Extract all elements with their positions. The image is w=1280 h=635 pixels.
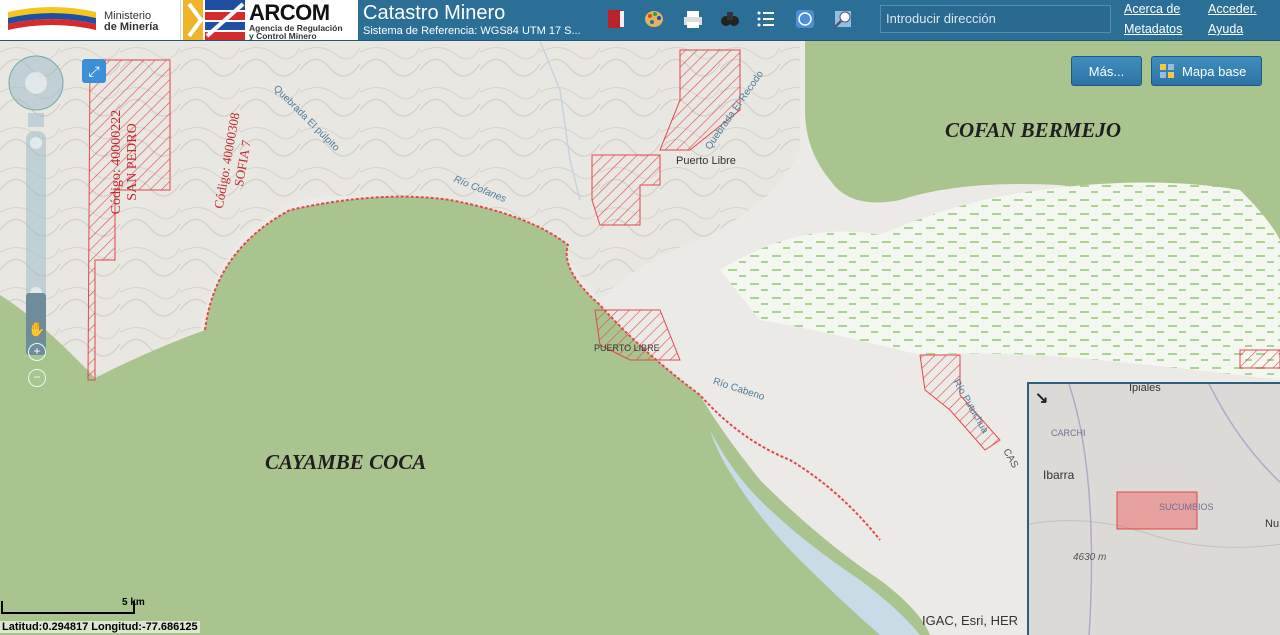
full-extent-icon[interactable]: ⤢	[82, 59, 106, 83]
palette-icon[interactable]	[641, 6, 667, 32]
book-icon[interactable]	[603, 6, 629, 32]
address-search-input[interactable]: Introducir dirección	[880, 5, 1111, 33]
app-header: Ministerio de Minería ARCOM Agencia de R…	[0, 0, 1280, 41]
basemap-label: Mapa base	[1182, 63, 1247, 79]
zoom-slider[interactable]	[26, 131, 46, 303]
arcom-subtitle: Agencia de Regulación y Control Minero	[249, 23, 343, 41]
collapse-overview-icon[interactable]: ↘	[1035, 388, 1048, 408]
hand-pan-icon[interactable]: ✋	[27, 321, 47, 341]
metadata-link[interactable]: Metadatos	[1124, 22, 1182, 36]
printer-icon[interactable]	[680, 6, 706, 32]
ipiales-label: Ipiales	[1129, 382, 1161, 394]
cayambe-coca-label: CAYAMBE COCA	[265, 450, 427, 474]
zoom-in-button[interactable]: +	[28, 343, 46, 361]
ecuador-flag-icon	[8, 7, 96, 30]
cursor-coordinates: Latitud:0.294817 Longitud:-77.686125	[0, 621, 200, 633]
globe-icon[interactable]	[792, 6, 818, 32]
scale-label: 5 km	[122, 597, 145, 608]
map-attribution: IGAC, Esri, HER	[922, 613, 1019, 628]
binoculars-icon[interactable]	[717, 6, 743, 32]
overview-map[interactable]: ↘ Ipiales CARCHI Ibarra SUCUMBIOS 4630 m…	[1027, 382, 1280, 635]
carchi-label: CARCHI	[1051, 428, 1086, 438]
scale-bar	[1, 601, 135, 614]
arcom-mark-icon	[183, 0, 245, 40]
help-link[interactable]: Ayuda	[1208, 22, 1243, 36]
puerto-libre-label: Puerto Libre	[676, 155, 736, 167]
map-canvas[interactable]: COFAN BERMEJO CAYAMBE COCA Puerto Libre …	[0, 41, 1280, 635]
list-icon[interactable]	[753, 6, 779, 32]
ministry-name: Ministerio de Minería	[104, 10, 159, 33]
arcom-logo: ARCOM Agencia de Regulación y Control Mi…	[180, 0, 358, 40]
nu-label: Nu	[1265, 518, 1280, 530]
ministry-logo: Ministerio de Minería	[0, 0, 180, 40]
zoom-out-button[interactable]: −	[28, 369, 46, 387]
about-link[interactable]: Acerca de	[1124, 2, 1180, 16]
elevation-label: 4630 m	[1073, 552, 1107, 563]
grid-icon	[1160, 64, 1174, 78]
puerto-libre-small-label: PUERTO LIBRE	[594, 343, 660, 353]
login-link[interactable]: Acceder.	[1208, 2, 1257, 16]
sucumbios-label: SUCUMBIOS	[1159, 502, 1214, 512]
app-title: Catastro Minero	[363, 2, 506, 24]
cofan-bermejo-label: COFAN BERMEJO	[945, 118, 1122, 142]
concession-san-pedro-label: Código: 40000222 SAN PEDRO	[109, 109, 140, 215]
zoom-map-icon[interactable]	[830, 6, 856, 32]
reference-system: Sistema de Referencia: WGS84 UTM 17 S...	[363, 25, 581, 37]
ibarra-label: Ibarra	[1043, 468, 1075, 482]
more-button[interactable]: Más...	[1071, 56, 1142, 86]
basemap-button[interactable]: Mapa base	[1151, 56, 1262, 86]
